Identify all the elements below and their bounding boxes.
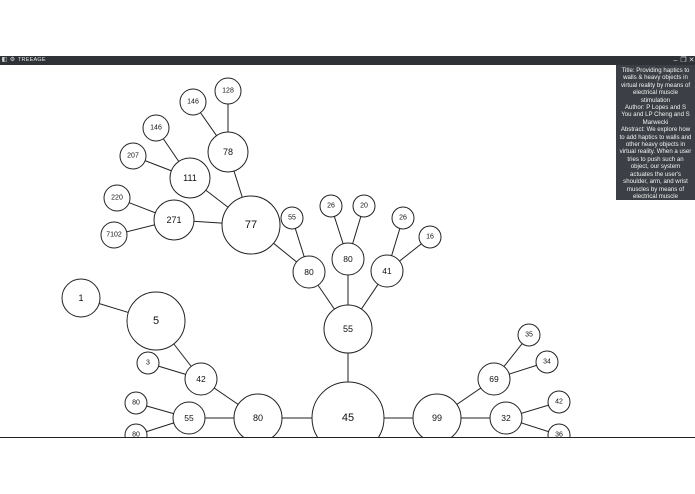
- tree-node[interactable]: 42: [184, 362, 218, 396]
- tree-node-label: 271: [166, 215, 181, 225]
- tree-node-label: 99: [432, 413, 442, 423]
- tree-node[interactable]: 80: [331, 242, 365, 276]
- tree-node-label: 220: [111, 195, 123, 202]
- tree-node[interactable]: 32: [489, 401, 523, 435]
- tree-node-label: 78: [223, 147, 233, 157]
- tree-node[interactable]: 7102: [100, 221, 128, 249]
- tree-node-label: 16: [426, 234, 434, 241]
- tree-node[interactable]: 45: [311, 381, 385, 438]
- tree-node-label: 26: [327, 203, 335, 210]
- tree-node[interactable]: 26: [391, 206, 415, 230]
- tree-node-label: 41: [382, 266, 392, 276]
- tree-node-label: 42: [555, 399, 563, 406]
- tree-node-label: 80: [304, 267, 314, 277]
- tree-node-label: 45: [342, 412, 354, 424]
- paper-info-panel: Title: Providing haptics to walls & heav…: [616, 65, 695, 200]
- tree-node[interactable]: 220: [103, 184, 131, 212]
- tree-node[interactable]: 80: [292, 255, 326, 289]
- tree-node-label: 26: [399, 215, 407, 222]
- tree-node-label: 80: [343, 254, 353, 264]
- tree-node-label: 3: [146, 360, 150, 367]
- tree-node[interactable]: 146: [142, 114, 170, 142]
- tree-node[interactable]: 80: [233, 393, 283, 438]
- tree-node[interactable]: 5: [126, 291, 186, 351]
- tree-node[interactable]: 3: [136, 351, 160, 375]
- tree-node[interactable]: 128: [214, 77, 242, 105]
- tree-node-label: 128: [222, 88, 234, 95]
- window-titlebar[interactable]: ◧ ⚙ TREEAGE – ❐ ✕: [0, 56, 695, 65]
- tree-canvas[interactable]: 45 55 80 80 41 26 20 26 16 77 55 78 146 128 271 220 7102…: [0, 65, 695, 438]
- tree-node[interactable]: 26: [319, 194, 343, 218]
- tree-node-label: 55: [184, 413, 194, 423]
- tree-node-label: 77: [245, 219, 257, 231]
- n-logo-icon: ◧: [1, 57, 8, 63]
- tree-node[interactable]: 77: [221, 195, 281, 255]
- tree-node[interactable]: 16: [418, 225, 442, 249]
- tree-node-label: 35: [525, 332, 533, 339]
- tree-node-label: 5: [153, 315, 159, 327]
- tree-node-label: 34: [543, 359, 551, 366]
- tree-node-label: 55: [288, 215, 296, 222]
- tree-node[interactable]: 69: [477, 362, 511, 396]
- tree-node[interactable]: 207: [119, 142, 147, 170]
- tree-node[interactable]: 55: [172, 401, 206, 435]
- tree-node[interactable]: 55: [280, 206, 304, 230]
- tree-node[interactable]: 1: [61, 278, 101, 318]
- tree-node-label: 80: [132, 432, 140, 439]
- tree-node-label: 1: [78, 293, 83, 303]
- tree-node[interactable]: 80: [124, 391, 148, 415]
- tree-node-label: 32: [501, 413, 511, 423]
- tree-node[interactable]: 41: [370, 254, 404, 288]
- minimize-button[interactable]: –: [672, 56, 679, 65]
- tree-node-label: 146: [150, 125, 162, 132]
- tree-node[interactable]: 111: [169, 157, 211, 199]
- tree-node-circle[interactable]: [311, 381, 385, 438]
- tree-node[interactable]: 20: [352, 194, 376, 218]
- tree-node[interactable]: 55: [323, 304, 373, 354]
- tree-node[interactable]: 146: [179, 88, 207, 116]
- tree-node[interactable]: 271: [153, 199, 195, 241]
- paper-title: Title: Providing haptics to walls & heav…: [620, 67, 691, 104]
- tree-node[interactable]: 42: [547, 390, 571, 414]
- tree-node-label: 80: [132, 400, 140, 407]
- tree-node[interactable]: 78: [207, 131, 249, 173]
- tree-node-label: 20: [360, 203, 368, 210]
- tree-node-label: 111: [183, 173, 197, 183]
- tree-node-label: 207: [127, 153, 139, 160]
- tree-visualization[interactable]: 45 55 80 80 41 26 20 26 16 77 55 78 146 128 271 220 7102…: [0, 65, 695, 438]
- window-title: TREEAGE: [18, 57, 46, 63]
- tree-node-label: 7102: [106, 232, 122, 239]
- paper-abstract: Abstract: We explore how to add haptics …: [619, 126, 692, 200]
- tree-node[interactable]: 36: [547, 423, 571, 439]
- tree-node[interactable]: 35: [517, 323, 541, 347]
- tree-node-label: 42: [196, 374, 206, 384]
- tree-node-label: 69: [489, 374, 499, 384]
- tree-node[interactable]: 34: [535, 350, 559, 374]
- paper-authors: Author: P Lopes and S You and LP Cheng a…: [621, 104, 690, 126]
- tree-nodes[interactable]: 45 55 80 80 41 26 20 26 16 77 55 78 146 128 271 220 7102…: [61, 77, 571, 439]
- tree-node[interactable]: 80: [124, 423, 148, 439]
- close-button[interactable]: ✕: [688, 56, 695, 65]
- restore-button[interactable]: ❐: [680, 56, 687, 65]
- tree-node-label: 55: [343, 324, 353, 334]
- gear-icon[interactable]: ⚙: [9, 57, 16, 64]
- tree-node-label: 146: [187, 99, 199, 106]
- tree-node[interactable]: 99: [412, 393, 462, 438]
- tree-node-label: 80: [253, 413, 263, 423]
- tree-node-label: 36: [555, 432, 563, 439]
